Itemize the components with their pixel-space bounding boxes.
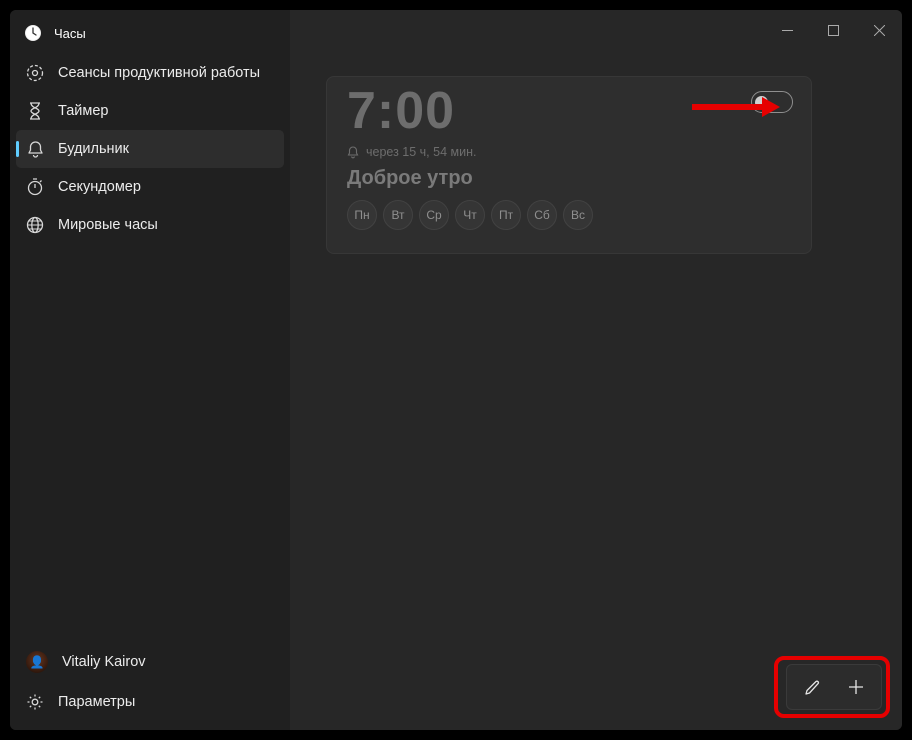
day-tue[interactable]: Вт bbox=[383, 200, 413, 230]
settings-label: Параметры bbox=[58, 694, 135, 710]
user-name: Vitaliy Kairov bbox=[62, 654, 146, 670]
sidebar-spacer bbox=[10, 244, 290, 642]
day-thu[interactable]: Чт bbox=[455, 200, 485, 230]
window: Часы Сеансы продуктивной работы Таймер Б bbox=[10, 10, 902, 730]
focus-icon bbox=[26, 64, 44, 82]
sidebar-item-label: Таймер bbox=[58, 103, 108, 119]
avatar: 👤 bbox=[26, 651, 48, 673]
edit-button[interactable] bbox=[790, 668, 834, 706]
day-fri[interactable]: Пт bbox=[491, 200, 521, 230]
maximize-icon bbox=[828, 25, 839, 36]
sidebar-footer: 👤 Vitaliy Kairov Параметры bbox=[10, 642, 290, 730]
clock-app-icon bbox=[24, 24, 42, 42]
pencil-icon bbox=[804, 679, 821, 696]
user-account[interactable]: 👤 Vitaliy Kairov bbox=[16, 642, 284, 682]
sidebar-item-stopwatch[interactable]: Секундомер bbox=[16, 168, 284, 206]
alarm-status-row: через 15 ч, 54 мин. bbox=[347, 145, 791, 159]
sidebar-item-label: Сеансы продуктивной работы bbox=[58, 65, 260, 81]
day-mon[interactable]: Пн bbox=[347, 200, 377, 230]
maximize-button[interactable] bbox=[810, 14, 856, 46]
day-sun[interactable]: Вс bbox=[563, 200, 593, 230]
settings-item[interactable]: Параметры bbox=[16, 682, 284, 722]
nav: Сеансы продуктивной работы Таймер Будиль… bbox=[10, 54, 290, 244]
days-row: Пн Вт Ср Чт Пт Сб Вс bbox=[347, 200, 791, 230]
sidebar-item-focus[interactable]: Сеансы продуктивной работы bbox=[16, 54, 284, 92]
plus-icon bbox=[848, 679, 864, 695]
titlebar bbox=[764, 10, 902, 50]
app-title-label: Часы bbox=[54, 26, 86, 41]
world-clock-icon bbox=[26, 216, 44, 234]
day-wed[interactable]: Ср bbox=[419, 200, 449, 230]
sidebar-item-alarm[interactable]: Будильник bbox=[16, 130, 284, 168]
content-area: 7:00 через 15 ч, 54 мин. Доброе утро Пн … bbox=[290, 10, 902, 730]
sidebar-item-label: Секундомер bbox=[58, 179, 141, 195]
alarm-label: Доброе утро bbox=[347, 167, 791, 190]
annotation-arrow bbox=[692, 97, 780, 117]
minimize-button[interactable] bbox=[764, 14, 810, 46]
sidebar-item-timer[interactable]: Таймер bbox=[16, 92, 284, 130]
stopwatch-icon bbox=[26, 178, 44, 196]
action-button-group bbox=[786, 664, 882, 710]
arrow-head-icon bbox=[762, 97, 780, 117]
minimize-icon bbox=[782, 25, 793, 36]
app-title: Часы bbox=[10, 16, 290, 54]
close-button[interactable] bbox=[856, 14, 902, 46]
gear-icon bbox=[26, 693, 44, 711]
sidebar-item-label: Будильник bbox=[58, 141, 129, 157]
arrow-line bbox=[692, 104, 762, 110]
bell-icon bbox=[347, 146, 359, 159]
timer-icon bbox=[26, 102, 44, 120]
alarm-icon bbox=[26, 140, 44, 158]
sidebar-item-world-clock[interactable]: Мировые часы bbox=[16, 206, 284, 244]
sidebar: Часы Сеансы продуктивной работы Таймер Б bbox=[10, 10, 290, 730]
sidebar-item-label: Мировые часы bbox=[58, 217, 158, 233]
add-button[interactable] bbox=[834, 668, 878, 706]
day-sat[interactable]: Сб bbox=[527, 200, 557, 230]
alarm-status-text: через 15 ч, 54 мин. bbox=[366, 145, 476, 159]
close-icon bbox=[874, 25, 885, 36]
